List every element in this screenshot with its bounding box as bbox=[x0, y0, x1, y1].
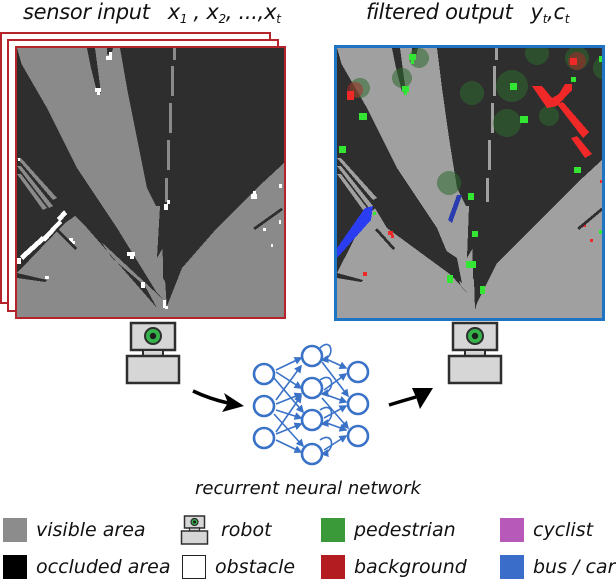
sensor-input-math: x1 , x2, ...,xt bbox=[167, 0, 281, 26]
bus-car-swatch bbox=[500, 555, 524, 579]
sensor-input-title: sensor input x1 , x2, ...,xt bbox=[23, 0, 281, 26]
robot-icon-input bbox=[125, 321, 181, 385]
arrow-out-of-network bbox=[388, 388, 433, 409]
occluded-area-swatch bbox=[3, 555, 27, 579]
robot-icon-output bbox=[447, 321, 503, 385]
legend-visible-area: visible area bbox=[3, 518, 146, 542]
recurrent-neural-network-icon bbox=[252, 343, 370, 466]
obstacle-swatch bbox=[182, 555, 206, 579]
background-swatch bbox=[321, 555, 345, 579]
filtered-output-label: filtered output bbox=[366, 0, 513, 24]
filtered-output-math: yt,ct bbox=[530, 0, 570, 26]
legend-cyclist: cyclist bbox=[500, 518, 593, 542]
robot-legend-icon bbox=[180, 515, 209, 545]
legend-robot: robot bbox=[180, 515, 272, 545]
cyclist-swatch bbox=[500, 518, 524, 542]
filtered-output-title: filtered output yt,ct bbox=[366, 0, 569, 26]
arrow-into-network bbox=[192, 389, 244, 412]
visible-area-swatch bbox=[3, 518, 27, 542]
legend-obstacle: obstacle bbox=[182, 555, 295, 579]
legend-bus-car: bus / car bbox=[500, 555, 615, 579]
sensor-input-label: sensor input bbox=[23, 0, 150, 24]
sensor-input-grid bbox=[17, 48, 284, 317]
legend-occluded-area: occluded area bbox=[3, 555, 170, 579]
filtered-output-grid bbox=[337, 48, 602, 318]
rnn-label: recurrent neural network bbox=[195, 478, 421, 499]
legend-background: background bbox=[321, 555, 467, 579]
legend-pedestrian: pedestrian bbox=[321, 518, 456, 542]
pedestrian-swatch bbox=[321, 518, 345, 542]
